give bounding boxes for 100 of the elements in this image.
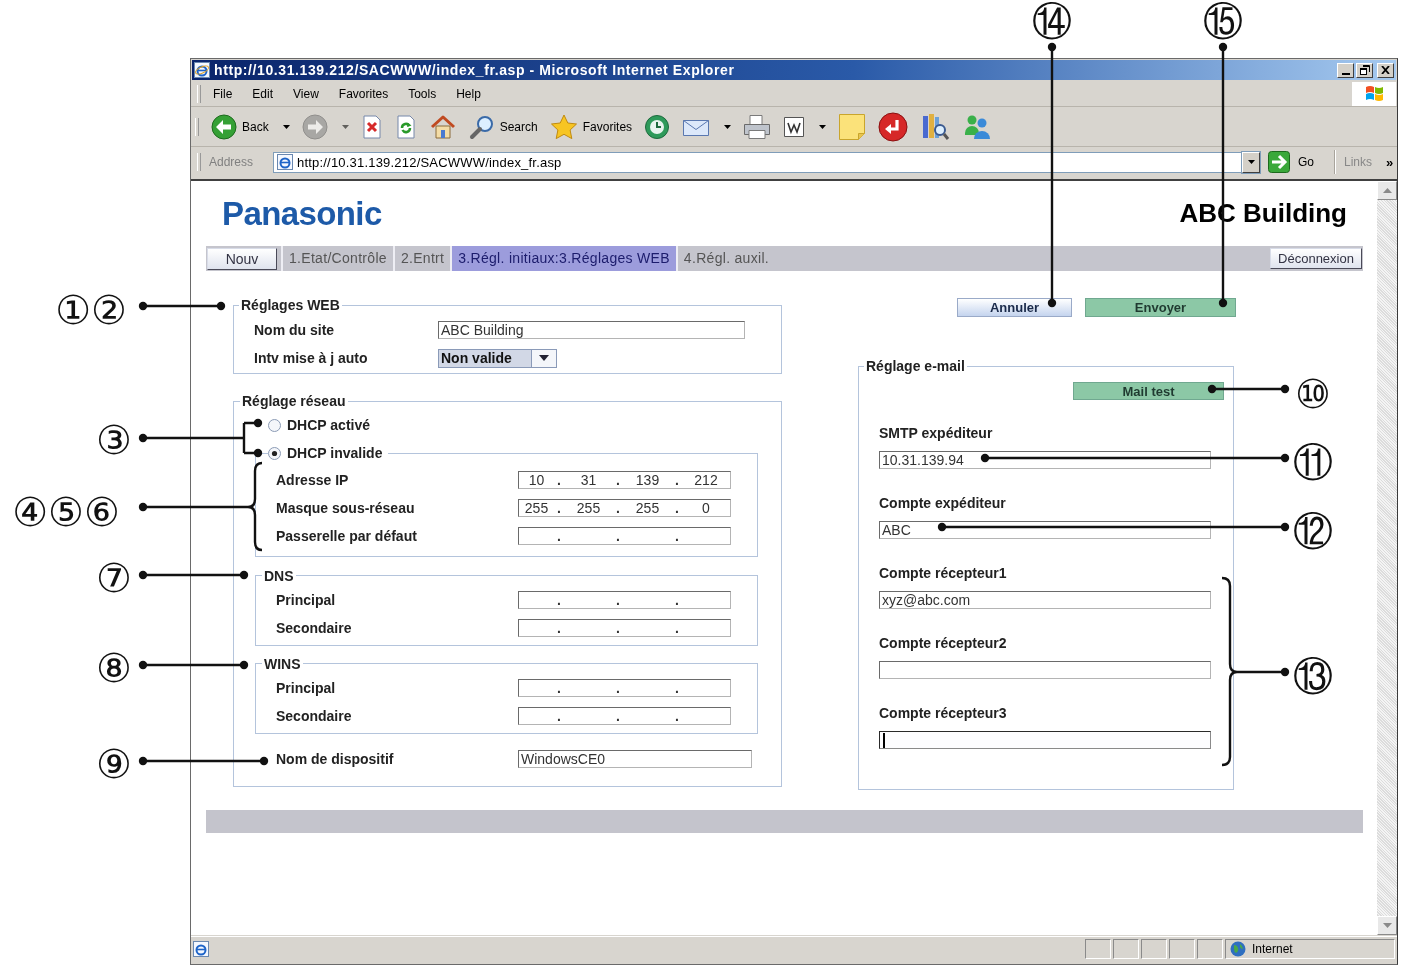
address-field[interactable]: http://10.31.139.212/SACWWW/index_fr.asp bbox=[273, 151, 1242, 173]
section-title: WINS bbox=[263, 656, 302, 671]
sticky-note-icon bbox=[838, 113, 867, 141]
back-button[interactable]: Back bbox=[211, 110, 290, 144]
menu-item[interactable]: Favorites bbox=[338, 87, 389, 101]
menu-item[interactable]: Tools bbox=[408, 87, 437, 101]
history-icon bbox=[644, 114, 671, 140]
ip-address-field[interactable]: . . . bbox=[518, 618, 731, 637]
status-pane bbox=[1197, 939, 1223, 959]
restore-icon bbox=[1359, 64, 1370, 75]
scroll-down-button[interactable] bbox=[1377, 916, 1397, 935]
text-field[interactable]: ABC bbox=[879, 521, 1211, 539]
menu-item[interactable]: File bbox=[213, 87, 233, 101]
section-title: Réglage réseau bbox=[241, 394, 347, 408]
menu-item[interactable]: Edit bbox=[252, 87, 274, 101]
globe-icon bbox=[1230, 941, 1246, 957]
page-icon bbox=[193, 941, 209, 957]
callout-number: ⑬ bbox=[1293, 656, 1333, 696]
text-field[interactable]: xyz@abc.com bbox=[879, 591, 1211, 609]
ip-address-field[interactable]: . . . bbox=[518, 678, 731, 697]
callout-number: ⑭ bbox=[1032, 1, 1072, 41]
text-field[interactable] bbox=[879, 661, 1211, 679]
nav-tab[interactable]: 4.Régl. auxil. bbox=[675, 246, 775, 271]
scroll-up-button[interactable] bbox=[1377, 181, 1397, 200]
callout-number: ⑦ bbox=[96, 558, 132, 598]
scrollbar[interactable] bbox=[1377, 181, 1397, 935]
send-button[interactable]: Envoyer bbox=[1085, 298, 1236, 317]
envelope-icon bbox=[682, 117, 711, 137]
nav-tab[interactable]: 3.Régl. initiaux:3.Réglages WEB bbox=[450, 246, 676, 271]
document-icon bbox=[783, 116, 806, 138]
down-arrow-icon bbox=[1382, 923, 1392, 928]
books-magnifier-icon bbox=[920, 112, 951, 142]
field-label: Masque sous-réseau bbox=[276, 499, 416, 516]
callout-number: ⑮ bbox=[1203, 1, 1243, 41]
page-icon bbox=[277, 154, 293, 170]
search-button[interactable]: Search bbox=[468, 110, 538, 144]
menu-item[interactable]: View bbox=[293, 87, 319, 101]
callout-number: ③ bbox=[96, 420, 132, 460]
callout-number: ⑫ bbox=[1293, 511, 1333, 551]
nav-tab[interactable]: 1.Etat/Contrôle bbox=[281, 246, 393, 271]
up-arrow-icon bbox=[1382, 188, 1392, 193]
field-label: Passerelle par défaut bbox=[276, 527, 418, 544]
favorites-button[interactable]: Favorites bbox=[549, 110, 633, 144]
caret-icon bbox=[282, 125, 290, 129]
callout-number: ⑨ bbox=[96, 744, 132, 784]
text-field[interactable]: 10.31.139.94 bbox=[879, 451, 1211, 469]
text-field[interactable]: ABC Building bbox=[438, 321, 745, 339]
section-title: Réglage e-mail bbox=[865, 359, 966, 373]
radio-option[interactable]: DHCP activé bbox=[268, 417, 370, 433]
text-field[interactable] bbox=[879, 731, 1211, 749]
ip-address-field[interactable]: 10 . 31 . 139 . 212 bbox=[518, 470, 731, 489]
field-label: Compte récepteur1 bbox=[879, 566, 1008, 580]
status-pane bbox=[1169, 939, 1195, 959]
refresh-icon bbox=[394, 115, 417, 139]
dropdown-button[interactable] bbox=[1242, 151, 1260, 173]
field-label: Intv mise à j auto bbox=[254, 350, 369, 366]
stop-icon bbox=[360, 115, 383, 139]
caret-icon bbox=[819, 125, 827, 129]
new-button[interactable]: Nouv bbox=[207, 247, 277, 270]
search-icon bbox=[468, 114, 495, 140]
field-label: Principal bbox=[276, 679, 337, 696]
radio-option[interactable]: DHCP invalide bbox=[268, 445, 383, 461]
status-pane bbox=[1085, 939, 1111, 959]
chevron-button[interactable]: » bbox=[1386, 154, 1394, 170]
ip-address-field[interactable]: . . . bbox=[518, 706, 731, 725]
cancel-button[interactable]: Annuler bbox=[957, 298, 1072, 317]
field-label: Secondaire bbox=[276, 619, 353, 636]
mail-test-button[interactable]: Mail test bbox=[1073, 382, 1224, 400]
dropdown[interactable]: Non valide bbox=[438, 348, 557, 368]
callout-number: ⑩ bbox=[1295, 374, 1331, 414]
callout-number: ④⑤⑥ bbox=[12, 492, 120, 532]
callout-number: ⑪ bbox=[1293, 442, 1333, 482]
app-icon bbox=[194, 62, 210, 78]
caret-icon bbox=[1247, 160, 1255, 164]
ip-address-field[interactable]: 255 . 255 . 255 . 0 bbox=[518, 498, 731, 517]
text-cursor-icon bbox=[883, 732, 885, 748]
flag-icon bbox=[1352, 82, 1396, 106]
text-field[interactable]: WindowsCE0 bbox=[518, 749, 752, 768]
status-pane bbox=[1113, 939, 1139, 959]
ip-address-field[interactable]: . . . bbox=[518, 590, 731, 609]
address-label: Address bbox=[209, 155, 255, 169]
go-button[interactable]: Go bbox=[1268, 151, 1314, 173]
ip-address-field[interactable]: . . . bbox=[518, 526, 731, 545]
caret-icon bbox=[539, 355, 549, 361]
printer-icon bbox=[743, 114, 772, 140]
go-arrow-icon bbox=[1268, 151, 1290, 173]
field-label: Compte expéditeur bbox=[879, 496, 1007, 510]
restore-button[interactable] bbox=[1356, 62, 1373, 78]
home-icon bbox=[428, 114, 457, 140]
field-label: Secondaire bbox=[276, 707, 353, 724]
field-label: Nom de dispositif bbox=[276, 750, 395, 767]
field-label: Compte récepteur3 bbox=[879, 706, 1008, 720]
logout-button[interactable]: Déconnexion bbox=[1270, 248, 1362, 269]
logo: Panasonic bbox=[222, 194, 382, 233]
circle-arrow-button[interactable] bbox=[878, 110, 909, 144]
section-title: Réglages WEB bbox=[240, 298, 341, 312]
field-label: Compte récepteur2 bbox=[879, 636, 1008, 650]
menu-item[interactable]: Help bbox=[456, 87, 481, 101]
close-button[interactable] bbox=[1377, 62, 1394, 78]
minimize-button[interactable] bbox=[1337, 62, 1354, 78]
